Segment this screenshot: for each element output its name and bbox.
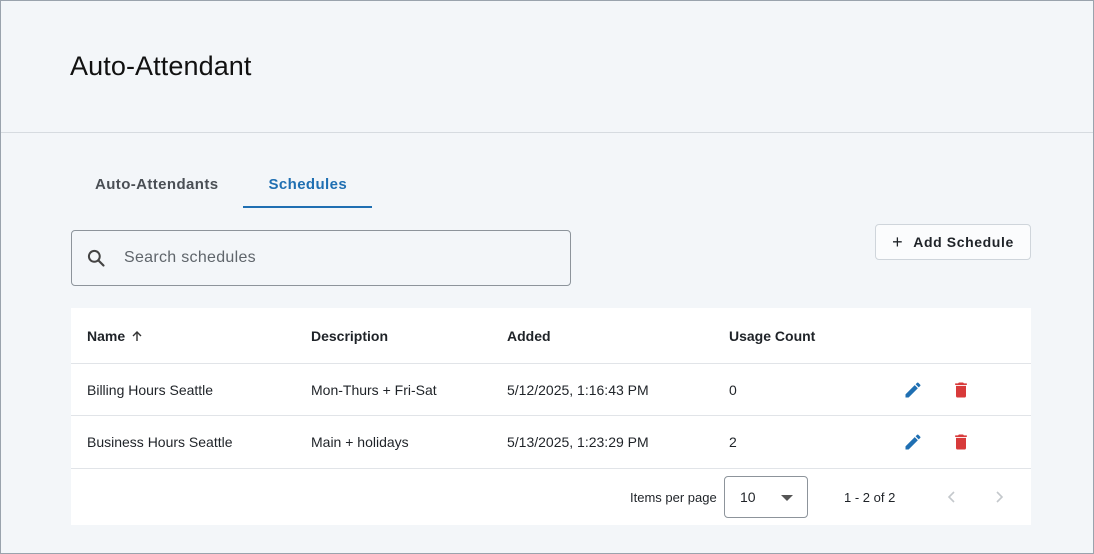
delete-button[interactable] [949, 364, 973, 415]
chevron-left-icon [947, 491, 955, 503]
table-header-row: Name Description Added Usage Count [71, 308, 1031, 364]
table-row[interactable]: Business Hours Seattle Main + holidays 5… [71, 416, 1031, 469]
delete-icon [955, 434, 967, 450]
chevron-right-icon [996, 491, 1004, 503]
edit-icon [905, 381, 921, 397]
edit-button[interactable] [901, 416, 925, 468]
caret-down-icon [781, 495, 793, 501]
schedules-table: Name Description Added Usage Count Billi… [71, 308, 1031, 525]
paginator: Items per page 10 1 - 2 of 2 [71, 469, 1031, 525]
items-per-page-select[interactable]: 10 [724, 476, 808, 518]
cell-description: Mon-Thurs + Fri-Sat [311, 381, 437, 398]
delete-button[interactable] [949, 416, 973, 468]
page-header: Auto-Attendant [1, 1, 1093, 133]
tab-auto-attendants[interactable]: Auto-Attendants [70, 161, 243, 208]
arrow-up-icon [132, 330, 142, 341]
table-row[interactable]: Billing Hours Seattle Mon-Thurs + Fri-Sa… [71, 364, 1031, 416]
tab-bar: Auto-Attendants Schedules [70, 161, 372, 208]
column-header-description[interactable]: Description [311, 308, 388, 363]
search-icon [87, 249, 105, 267]
column-header-usage-count[interactable]: Usage Count [729, 308, 815, 363]
page-title: Auto-Attendant [70, 51, 252, 81]
edit-icon [905, 434, 921, 450]
plus-icon: + [892, 232, 904, 252]
cell-added: 5/13/2025, 1:23:29 PM [507, 434, 649, 450]
edit-button[interactable] [901, 364, 925, 415]
column-header-name-label: Name [87, 327, 126, 344]
cell-name: Business Hours Seattle [87, 434, 233, 450]
search-input[interactable] [124, 249, 544, 267]
tab-schedules[interactable]: Schedules [243, 161, 372, 208]
cell-usage-count: 2 [729, 434, 737, 450]
app-frame: Auto-Attendant Auto-Attendants Schedules… [0, 0, 1094, 554]
previous-page-button[interactable] [940, 485, 964, 509]
column-header-added[interactable]: Added [507, 308, 551, 363]
items-per-page-value: 10 [740, 489, 756, 505]
delete-icon [955, 382, 967, 397]
search-box[interactable] [71, 230, 571, 286]
add-schedule-button[interactable]: + Add Schedule [875, 224, 1031, 260]
cell-usage-count: 0 [729, 381, 737, 398]
cell-description: Main + holidays [311, 434, 409, 450]
items-per-page-label: Items per page [630, 489, 717, 505]
next-page-button[interactable] [987, 485, 1011, 509]
add-schedule-label: Add Schedule [913, 234, 1014, 250]
cell-added: 5/12/2025, 1:16:43 PM [507, 381, 649, 398]
column-header-name[interactable]: Name [87, 308, 143, 363]
page-range: 1 - 2 of 2 [844, 489, 896, 505]
cell-name: Billing Hours Seattle [87, 381, 214, 398]
